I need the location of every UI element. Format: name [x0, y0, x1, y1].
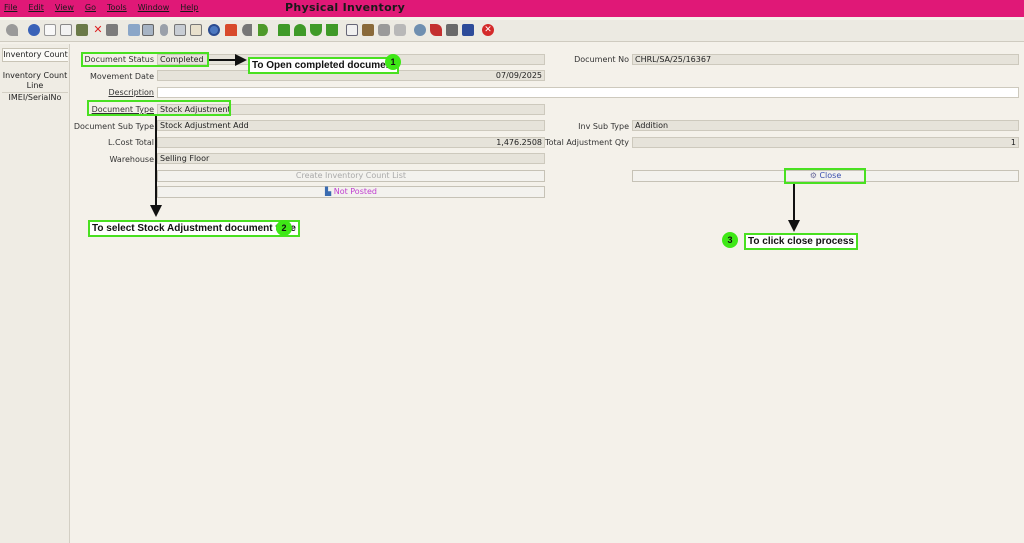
annotation-2-number: 2 — [276, 220, 292, 236]
annotation-3-number: 3 — [722, 232, 738, 248]
annotation-3-text: To click close process — [744, 233, 858, 250]
annotation-2-text: To select Stock Adjustment document type — [88, 220, 300, 237]
annotation-1-number: 1 — [385, 54, 401, 70]
annotation-1-text: To Open completed document — [248, 57, 400, 74]
annotation-arrows — [150, 54, 800, 232]
app-window: File Edit View Go Tools Window Help Phys… — [0, 0, 1024, 543]
